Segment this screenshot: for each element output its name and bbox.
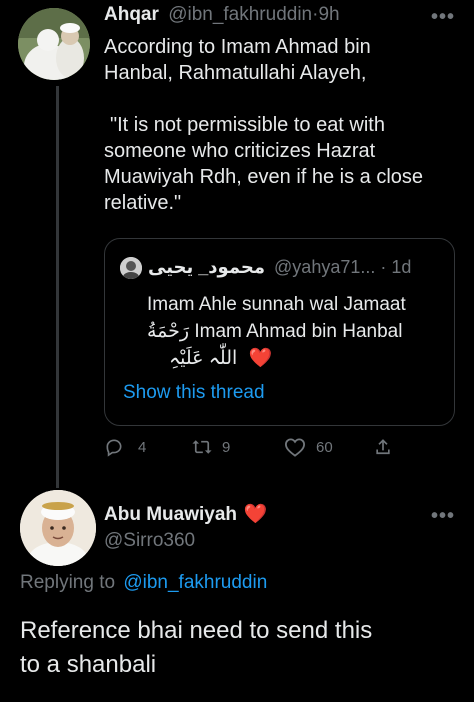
avatar-photo bbox=[18, 8, 90, 80]
heart-emoji: ❤️ bbox=[248, 348, 273, 369]
retweet-button[interactable]: 9 bbox=[190, 437, 230, 457]
tweet-text: According to Imam Ahmad bin Hanbal, Rahm… bbox=[104, 34, 464, 216]
tweet-text-line: According to Imam Ahmad bin bbox=[104, 36, 371, 58]
author-name[interactable]: Ahqar bbox=[104, 4, 159, 25]
retweet-icon bbox=[192, 440, 212, 454]
replying-to-line: Replying to @ibn_fakhruddin bbox=[20, 572, 267, 594]
quoted-avatar bbox=[120, 257, 142, 279]
timestamp[interactable]: 9h bbox=[318, 4, 339, 25]
replying-to-label: Replying to bbox=[20, 572, 116, 593]
reply-avatar-photo bbox=[20, 490, 96, 566]
quoted-text-line: اللّٰہ عَلَیْہِ ❤️ bbox=[147, 345, 447, 372]
reply-icon bbox=[106, 439, 122, 457]
quoted-text-line: Imam Ahle sunnah wal Jamaat bbox=[147, 294, 406, 315]
quoted-timestamp: 1d bbox=[391, 257, 412, 277]
quoted-avatar-photo bbox=[120, 257, 142, 279]
tweet-text-line: Muawiyah Rdh, even if he is a close bbox=[104, 166, 424, 188]
tweet-text-line: someone who criticizes Hazrat bbox=[104, 140, 376, 162]
tweet-header: Ahqar @ibn_fakhruddin·9h bbox=[104, 4, 444, 30]
reply-text-line: to a shanbali bbox=[20, 651, 157, 678]
more-options-icon[interactable]: ••• bbox=[431, 505, 455, 528]
tweet-text-line: relative." bbox=[104, 192, 182, 214]
reply-author-handle[interactable]: @Sirro360 bbox=[104, 530, 195, 552]
author-handle[interactable]: @ibn_fakhruddin bbox=[168, 4, 312, 25]
retweet-count: 9 bbox=[222, 438, 231, 456]
thread-connector-line bbox=[56, 86, 59, 488]
quoted-text-line: رَحْمَةُ Imam Ahmad bin Hanbal bbox=[147, 318, 447, 345]
reply-button[interactable]: 4 bbox=[104, 437, 146, 457]
reply-count: 4 bbox=[138, 438, 147, 456]
quoted-author-name: محمود_ يحيى bbox=[148, 257, 266, 277]
quoted-text: Imam Ahle sunnah wal Jamaat رَحْمَةُ Ima… bbox=[147, 291, 447, 372]
share-button[interactable] bbox=[373, 437, 407, 457]
reply-avatar[interactable] bbox=[20, 490, 96, 566]
like-count: 60 bbox=[316, 438, 333, 456]
quoted-author-handle: @yahya71... bbox=[274, 257, 376, 277]
replying-to-handle-link[interactable]: @ibn_fakhruddin bbox=[123, 572, 267, 593]
arabic-text: اللّٰہ عَلَیْہِ bbox=[169, 348, 238, 369]
separator-dot: · bbox=[380, 257, 387, 277]
quoted-header: محمود_ يحيى @yahya71... · 1d bbox=[148, 257, 448, 278]
share-icon bbox=[376, 439, 390, 455]
reply-header: Abu Muawiyah ❤️ bbox=[104, 502, 267, 526]
arabic-text: رَحْمَةُ bbox=[147, 321, 190, 342]
reply-text-line: Reference bhai need to send this bbox=[20, 617, 373, 644]
quoted-text-segment: Imam Ahmad bin Hanbal bbox=[194, 321, 403, 342]
reply-text: Reference bhai need to send this to a sh… bbox=[20, 614, 465, 682]
like-icon bbox=[284, 438, 306, 457]
like-button[interactable]: 60 bbox=[284, 437, 333, 457]
reply-author-name[interactable]: Abu Muawiyah bbox=[104, 504, 237, 525]
heart-emoji: ❤️ bbox=[243, 504, 268, 525]
tweet-text-line: Hanbal, Rahmatullahi Alayeh, bbox=[104, 62, 367, 84]
more-options-icon[interactable]: ••• bbox=[431, 6, 455, 29]
tweet-text-line: "It is not permissible to eat with bbox=[110, 114, 385, 136]
avatar[interactable] bbox=[18, 8, 90, 80]
show-thread-link[interactable]: Show this thread bbox=[123, 382, 265, 404]
